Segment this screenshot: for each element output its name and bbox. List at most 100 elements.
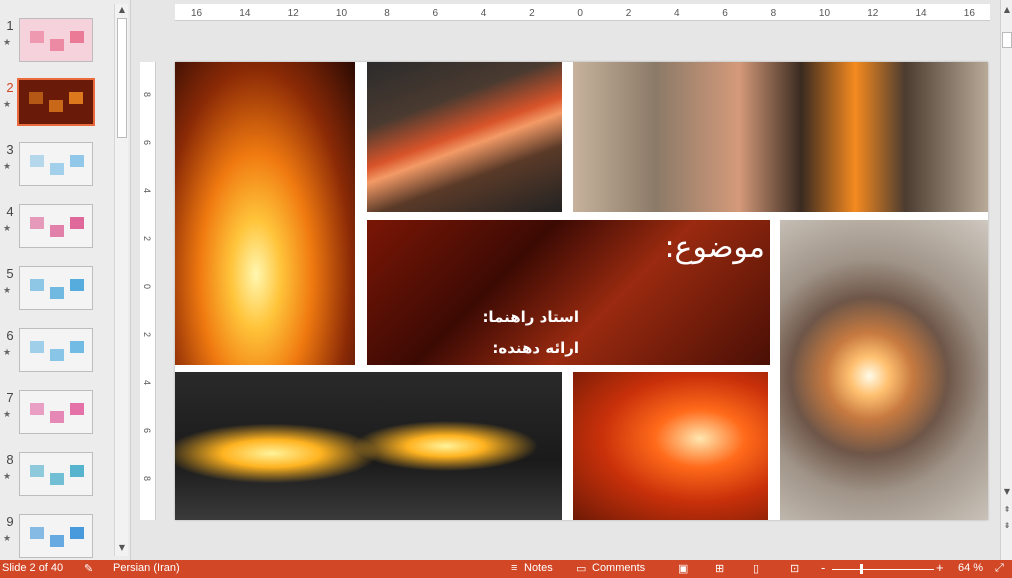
comments-icon[interactable]: ▭ — [576, 562, 586, 575]
thumbnail-row[interactable]: 8 ★ — [0, 452, 112, 498]
ruler-tick-label: 4 — [480, 8, 487, 19]
transition-star-icon: ★ — [3, 162, 12, 172]
ruler-tick-label: 2 — [142, 332, 152, 338]
horizontal-ruler[interactable]: 16 14 12 10 8 6 4 2 0 2 4 6 8 10 12 14 16 — [175, 4, 990, 21]
thumbnail-shape — [50, 39, 64, 51]
slide-canvas[interactable]: موضوع: استاد راهنما: ارائه دهنده: — [175, 62, 988, 520]
transition-star-icon: ★ — [3, 410, 12, 420]
fit-slide-icon[interactable]: ⤢ — [995, 562, 1004, 575]
ruler-tick-label: 4 — [142, 188, 152, 194]
slide-title[interactable]: موضوع: — [645, 230, 765, 265]
thumbnail-shape — [30, 403, 44, 415]
thumbnail-scrollbar[interactable]: ▲ ▼ — [114, 4, 128, 556]
powerpoint-window: 1 ★ 2 ★ 3 ★ 4 ★ 5 ★ 6 ★ 7 ★ 8 ★ 9 ★ ▲ ▼ 16 14 12 10 8 6 4 2 0 2 4 6 8… — [0, 0, 1012, 578]
spell-check-icon[interactable]: ✎ — [84, 562, 93, 575]
notes-icon[interactable]: ≡ — [511, 562, 517, 574]
zoom-slider[interactable] — [832, 569, 934, 570]
ruler-tick-label: 2 — [142, 236, 152, 242]
thumbnail-shape — [30, 31, 44, 43]
thumbnail-row[interactable]: 4 ★ — [0, 204, 112, 250]
zoom-out-button[interactable]: - — [821, 560, 825, 575]
thumbnail-shape — [70, 527, 84, 539]
kiln-hand-photo — [573, 62, 988, 212]
scroll-down-icon[interactable]: ▼ — [116, 542, 128, 554]
transition-star-icon: ★ — [3, 534, 12, 544]
slide-number: 2 — [6, 80, 14, 95]
thumbnail-shape — [49, 100, 63, 112]
forging-furnace-photo — [367, 62, 562, 212]
transition-star-icon: ★ — [3, 100, 12, 110]
thumbnail-shape — [30, 217, 44, 229]
zoom-in-button[interactable]: + — [936, 560, 944, 575]
ruler-tick-label: 4 — [142, 380, 152, 386]
ruler-tick-label: 6 — [142, 140, 152, 146]
slide-thumbnail[interactable] — [19, 142, 93, 186]
scroll-down-icon[interactable]: ▼ — [1001, 486, 1012, 498]
ruler-tick-label: 0 — [142, 284, 152, 290]
ruler-tick-label: 2 — [625, 8, 632, 19]
language-indicator[interactable]: Persian (Iran) — [113, 562, 180, 574]
scroll-up-icon[interactable]: ▲ — [1001, 4, 1012, 16]
scroll-thumb[interactable] — [1002, 32, 1012, 48]
thumbnail-row[interactable]: 5 ★ — [0, 266, 112, 312]
zoom-level[interactable]: 64 % — [958, 562, 983, 574]
slide-thumbnail[interactable] — [19, 390, 93, 434]
transition-star-icon: ★ — [3, 286, 12, 296]
slide-thumbnail[interactable] — [19, 204, 93, 248]
previous-slide-icon[interactable]: ⇞ — [1001, 504, 1012, 516]
thumbnail-shape — [70, 465, 84, 477]
thumbnail-shape — [70, 341, 84, 353]
ruler-tick-label: 8 — [770, 8, 777, 19]
transition-star-icon: ★ — [3, 38, 12, 48]
thumbnail-row[interactable]: 7 ★ — [0, 390, 112, 436]
normal-view-icon[interactable]: ▣ — [678, 562, 688, 575]
thumbnail-shape — [30, 279, 44, 291]
thumbnail-row[interactable]: 2 ★ — [0, 78, 112, 126]
slide-thumbnail[interactable] — [19, 266, 93, 310]
thumbnail-shape — [50, 163, 64, 175]
slide-thumbnail[interactable] — [19, 514, 93, 558]
slide-scrollbar[interactable]: ▲ ▼ ⇞ ⇟ — [1000, 0, 1012, 560]
slide-number: 4 — [6, 204, 14, 219]
vertical-ruler[interactable]: 8 6 4 2 0 2 4 6 8 — [140, 62, 156, 520]
ruler-tick-label: 12 — [867, 8, 879, 19]
ruler-tick-label: 16 — [191, 8, 203, 19]
zoom-slider-thumb[interactable] — [860, 564, 863, 574]
thumbnail-row[interactable]: 3 ★ — [0, 142, 112, 188]
ruler-tick-label: 4 — [674, 8, 680, 19]
slide-counter[interactable]: Slide 2 of 40 — [2, 562, 63, 574]
slide-thumbnail[interactable] — [19, 328, 93, 372]
notes-button[interactable]: Notes — [524, 562, 553, 574]
ruler-tick-label: 2 — [529, 8, 535, 19]
advisor-label[interactable]: استاد راهنما: — [379, 308, 579, 326]
thumbnail-shape — [70, 217, 84, 229]
scroll-up-icon[interactable]: ▲ — [116, 4, 128, 16]
slideshow-icon[interactable]: ⊡ — [790, 562, 799, 575]
scroll-thumb[interactable] — [117, 18, 127, 138]
ruler-tick-label: 6 — [142, 428, 152, 434]
ruler-tick-label: 14 — [239, 8, 251, 19]
slide-sorter-icon[interactable]: ⊞ — [715, 562, 724, 575]
next-slide-icon[interactable]: ⇟ — [1001, 520, 1012, 532]
reading-view-icon[interactable]: ▯ — [753, 562, 759, 575]
thumbnail-row[interactable]: 9 ★ — [0, 514, 112, 560]
slide-thumbnail[interactable] — [19, 452, 93, 496]
thumbnail-row[interactable]: 1 ★ — [0, 18, 112, 64]
slide-thumbnail[interactable] — [17, 78, 95, 126]
ruler-tick-label: 10 — [818, 8, 831, 19]
ruler-tick-label: 8 — [384, 8, 390, 19]
slide-thumbnail-pane[interactable]: 1 ★ 2 ★ 3 ★ 4 ★ 5 ★ 6 ★ 7 ★ 8 ★ 9 ★ ▲ ▼ — [0, 0, 131, 560]
thumbnail-shape — [50, 411, 64, 423]
ruler-tick-label: 6 — [722, 8, 728, 19]
slide-thumbnail[interactable] — [19, 18, 93, 62]
presenter-label[interactable]: ارائه دهنده: — [379, 339, 579, 357]
thumbnail-shape — [70, 403, 84, 415]
ruler-tick-label: 8 — [142, 476, 152, 482]
thumbnail-row[interactable]: 6 ★ — [0, 328, 112, 374]
slide-number: 6 — [6, 328, 14, 343]
comments-button[interactable]: Comments — [592, 562, 645, 574]
burner-flames-photo — [175, 372, 562, 520]
slide-number: 3 — [6, 142, 14, 157]
thumbnail-shape — [70, 279, 84, 291]
thumbnail-shape — [30, 341, 44, 353]
